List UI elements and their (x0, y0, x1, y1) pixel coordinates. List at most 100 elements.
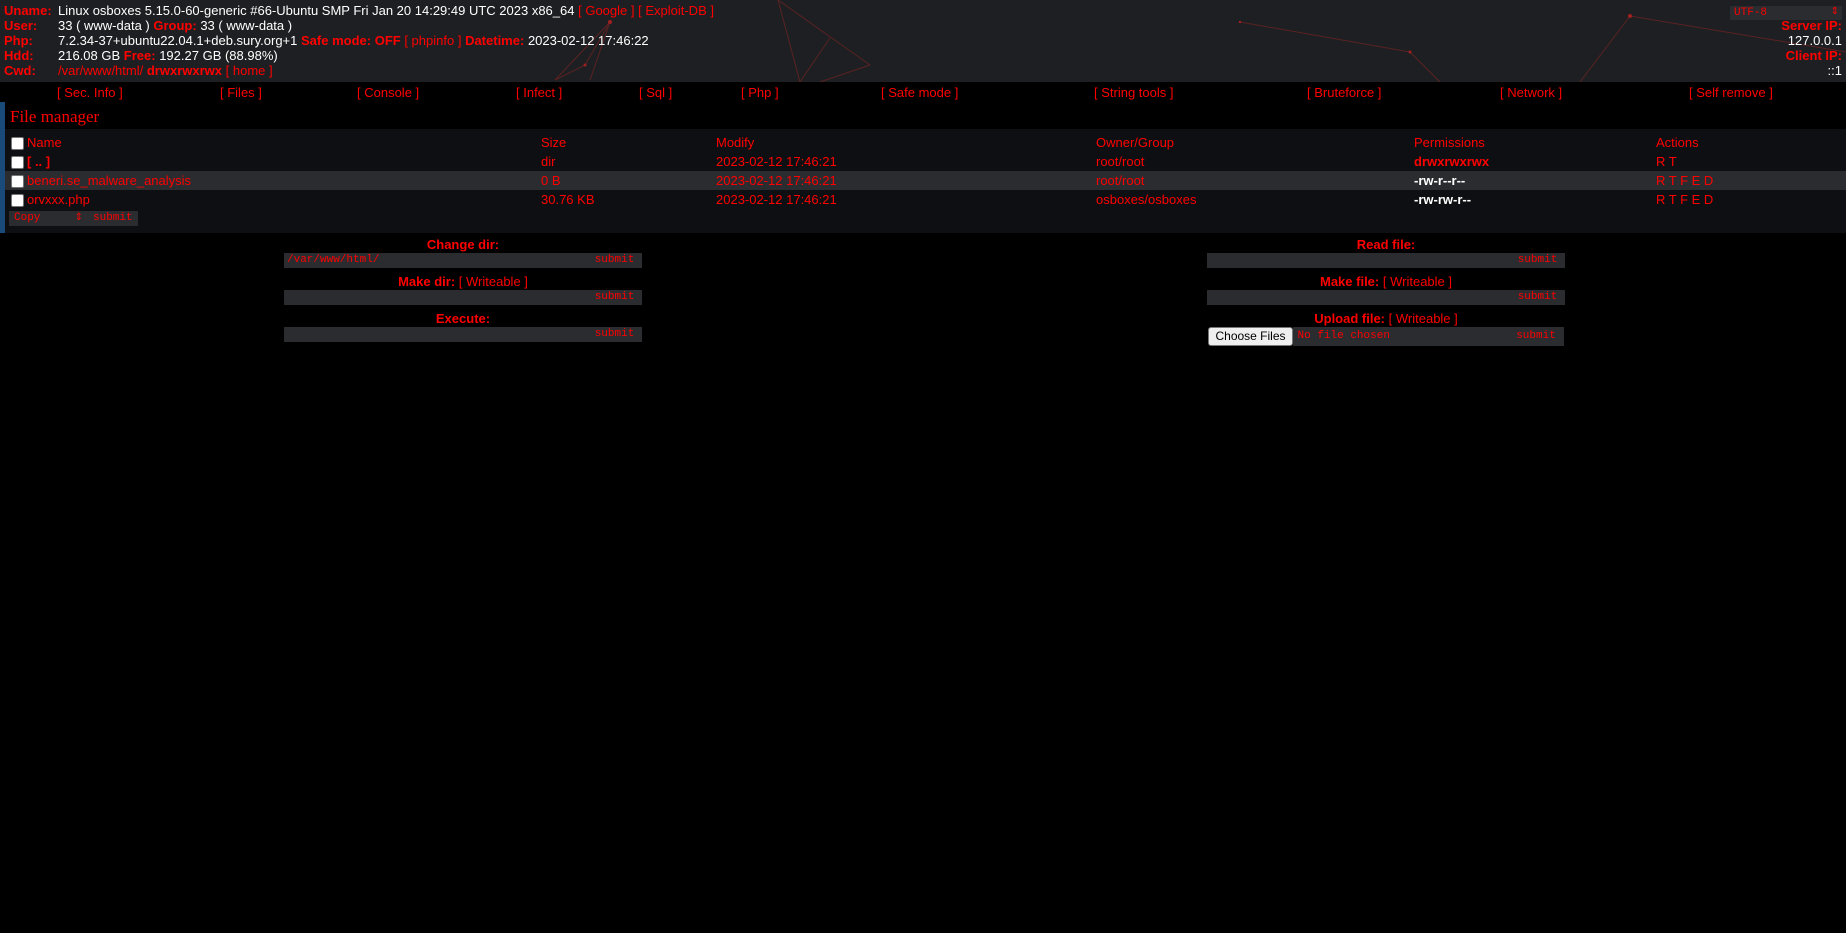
row-modify: 2023-02-12 17:46:21 (716, 192, 837, 207)
free-label: Free: (123, 48, 156, 63)
make-file-form: Make file: [ Writeable ] submit (1206, 274, 1566, 305)
row-perms[interactable]: -rw-rw-r-- (1414, 190, 1656, 209)
column-modify[interactable]: Modify (716, 133, 1096, 152)
server-ip-value: 127.0.0.1 (1787, 33, 1842, 48)
row-checkbox[interactable] (11, 175, 24, 189)
row-size: 30.76 KB (541, 192, 595, 207)
uname-value: Linux osboxes 5.15.0-60-generic #66-Ubun… (58, 3, 575, 18)
execute-label: Execute: (435, 311, 491, 326)
row-actions[interactable]: R T F E D (1656, 171, 1846, 190)
read-file-label: Read file: (1356, 237, 1416, 252)
column-name[interactable]: Name (27, 135, 62, 150)
datetime-value: 2023-02-12 17:46:22 (527, 33, 649, 48)
row-perms[interactable]: drwxrwxrwx (1414, 152, 1656, 171)
menu-php[interactable]: [ Php ] (741, 85, 779, 100)
read-file-input[interactable] (1207, 253, 1510, 268)
row-actions[interactable]: R T F E D (1656, 190, 1846, 209)
file-link[interactable]: beneri.se_malware_analysis (27, 173, 191, 188)
make-file-input[interactable] (1207, 290, 1510, 305)
read-file-form: Read file: submit (1206, 237, 1566, 268)
menu-sec-info[interactable]: [ Sec. Info ] (57, 85, 123, 100)
file-manager-title: File manager (5, 102, 1846, 129)
menu-console[interactable]: [ Console ] (357, 85, 419, 100)
free-value: 192.27 GB (88.98%) (159, 48, 278, 63)
menu-string-tools[interactable]: [ String tools ] (1094, 85, 1173, 100)
safe-mode-label: Safe mode: (301, 33, 372, 48)
column-owner-group[interactable]: Owner/Group (1096, 133, 1414, 152)
execute-input[interactable] (284, 327, 587, 342)
php-value: 7.2.34-37+ubuntu22.04.1+deb.sury.org+1 (58, 33, 298, 48)
home-link[interactable]: [ home ] (226, 63, 273, 78)
upload-file-label: Upload file: (1314, 311, 1386, 326)
hdd-label: Hdd: (4, 48, 34, 63)
file-manager-panel: File manager Name Size Modify Owner/Grou… (0, 102, 1846, 233)
header-panel: Uname: Linux osboxes 5.15.0-60-generic #6… (0, 0, 1846, 82)
execute-form: Execute: submit (283, 311, 643, 342)
upload-file-submit[interactable]: submit (1508, 327, 1564, 346)
row-perms[interactable]: -rw-r--r-- (1414, 171, 1656, 190)
menu-network[interactable]: [ Network ] (1500, 85, 1562, 100)
row-modify: 2023-02-12 17:46:21 (716, 154, 837, 169)
menu-infect[interactable]: [ Infect ] (516, 85, 562, 100)
main-menu: [ Sec. Info ] [ Files ] [ Console ] [ In… (0, 82, 1846, 102)
exploitdb-link[interactable]: [ Exploit-DB ] (638, 3, 714, 18)
client-ip-value: ::1 (1827, 63, 1842, 78)
change-dir-form: Change dir: /var/www/html/submit (283, 237, 643, 268)
charset-select[interactable]: UTF-8 ⇕ (1730, 6, 1842, 20)
make-dir-submit[interactable]: submit (587, 290, 642, 305)
bulk-action-select[interactable]: Copy ⇕ (9, 211, 88, 226)
google-link[interactable]: [ Google ] (578, 3, 634, 18)
system-info: Uname: Linux osboxes 5.15.0-60-generic #6… (4, 3, 714, 78)
row-name-cell: beneri.se_malware_analysis (5, 171, 541, 190)
row-owner: osboxes/osboxes (1096, 192, 1197, 207)
row-size: 0 B (541, 171, 716, 190)
hdd-value: 216.08 GB (58, 48, 121, 63)
table-row: orvxxx.php 30.76 KB 2023-02-12 17:46:21 … (5, 190, 1846, 209)
select-all-checkbox[interactable] (11, 137, 24, 151)
bulk-submit-button[interactable]: submit (88, 211, 138, 226)
change-dir-submit[interactable]: submit (587, 253, 642, 268)
select-arrows-icon: ⇕ (1830, 7, 1839, 18)
make-dir-input[interactable] (284, 290, 587, 305)
select-arrows-icon: ⇕ (74, 213, 83, 224)
user-value: 33 ( www-data ) (58, 18, 150, 33)
table-row: beneri.se_malware_analysis 0 B 2023-02-1… (5, 171, 1846, 190)
row-name-cell: [ .. ] (5, 152, 541, 171)
row-checkbox[interactable] (11, 194, 24, 208)
uname-label: Uname: (4, 3, 52, 18)
column-size[interactable]: Size (541, 133, 716, 152)
choose-files-button[interactable]: Choose Files (1208, 327, 1293, 346)
upload-file-writeable: [ Writeable ] (1388, 311, 1458, 326)
ip-info: UTF-8 ⇕ Server IP: 127.0.0.1 Client IP: :… (1730, 3, 1842, 78)
row-actions[interactable]: R T (1656, 152, 1846, 171)
file-status: No file chosen (1292, 327, 1509, 346)
cwd-path-link[interactable]: /var/www/html/ (58, 63, 143, 78)
cwd-perms: drwxrwxrwx (146, 63, 223, 78)
menu-files[interactable]: [ Files ] (220, 85, 262, 100)
execute-submit[interactable]: submit (587, 327, 642, 342)
datetime-label: Datetime: (465, 33, 525, 48)
phpinfo-link[interactable]: [ phpinfo ] (404, 33, 461, 48)
upload-file-form: Upload file: [ Writeable ] Choose Files N… (1206, 311, 1566, 346)
parent-dir-link[interactable]: [ .. ] (27, 154, 50, 169)
menu-safe-mode[interactable]: [ Safe mode ] (881, 85, 958, 100)
change-dir-label: Change dir: (426, 237, 500, 252)
menu-sql[interactable]: [ Sql ] (639, 85, 672, 100)
make-dir-writeable: [ Writeable ] (458, 274, 528, 289)
column-permissions[interactable]: Permissions (1414, 133, 1656, 152)
cwd-label: Cwd: (4, 63, 36, 78)
bulk-action-row: Copy ⇕ submit (5, 209, 1846, 229)
row-modify: 2023-02-12 17:46:21 (716, 171, 1096, 190)
row-checkbox[interactable] (11, 156, 24, 170)
menu-bruteforce[interactable]: [ Bruteforce ] (1307, 85, 1381, 100)
make-file-label: Make file: (1320, 274, 1380, 289)
read-file-submit[interactable]: submit (1510, 253, 1565, 268)
file-link[interactable]: orvxxx.php (27, 192, 90, 207)
php-label: Php: (4, 33, 33, 48)
make-file-submit[interactable]: submit (1510, 290, 1565, 305)
menu-self-remove[interactable]: [ Self remove ] (1689, 85, 1773, 100)
change-dir-input[interactable]: /var/www/html/ (284, 253, 587, 268)
make-dir-label: Make dir: (398, 274, 456, 289)
table-header-row: Name Size Modify Owner/Group Permissions… (5, 133, 1846, 152)
row-owner: root/root (1096, 154, 1145, 169)
